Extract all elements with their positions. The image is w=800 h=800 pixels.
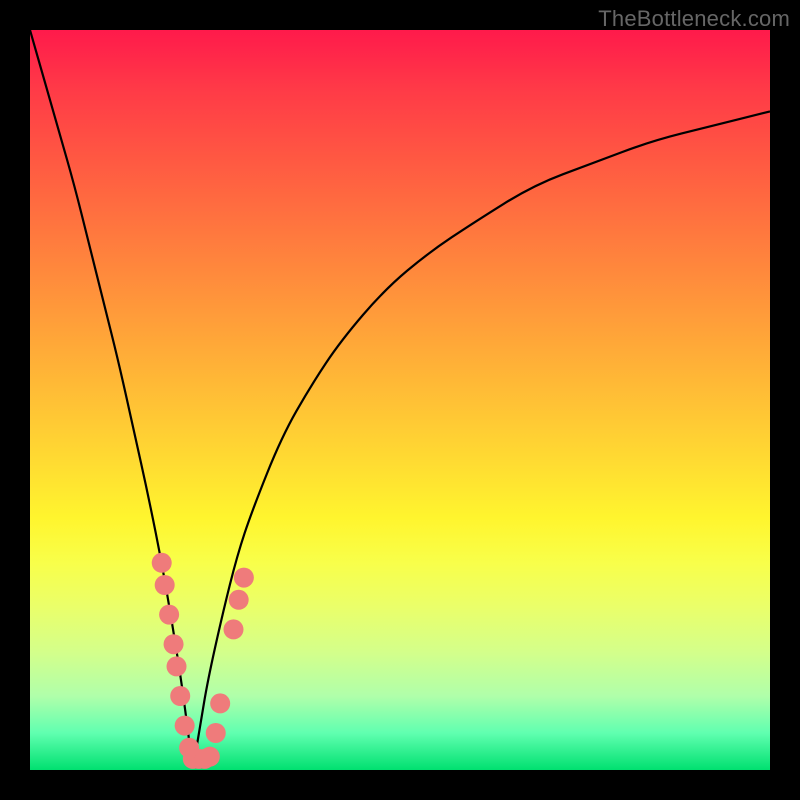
scatter-dot — [175, 716, 195, 736]
scatter-dot — [152, 553, 172, 573]
scatter-dot — [170, 686, 190, 706]
bottleneck-curve — [30, 30, 770, 757]
scatter-dot — [224, 619, 244, 639]
scatter-dots — [152, 553, 254, 769]
scatter-dot — [155, 575, 175, 595]
scatter-dot — [210, 693, 230, 713]
scatter-dot — [164, 634, 184, 654]
watermark-text: TheBottleneck.com — [598, 6, 790, 32]
chart-frame: TheBottleneck.com — [0, 0, 800, 800]
plot-area — [30, 30, 770, 770]
chart-svg — [30, 30, 770, 770]
scatter-dot — [234, 568, 254, 588]
scatter-dot — [200, 747, 220, 767]
scatter-dot — [167, 656, 187, 676]
scatter-dot — [229, 590, 249, 610]
scatter-dot — [159, 605, 179, 625]
scatter-dot — [206, 723, 226, 743]
